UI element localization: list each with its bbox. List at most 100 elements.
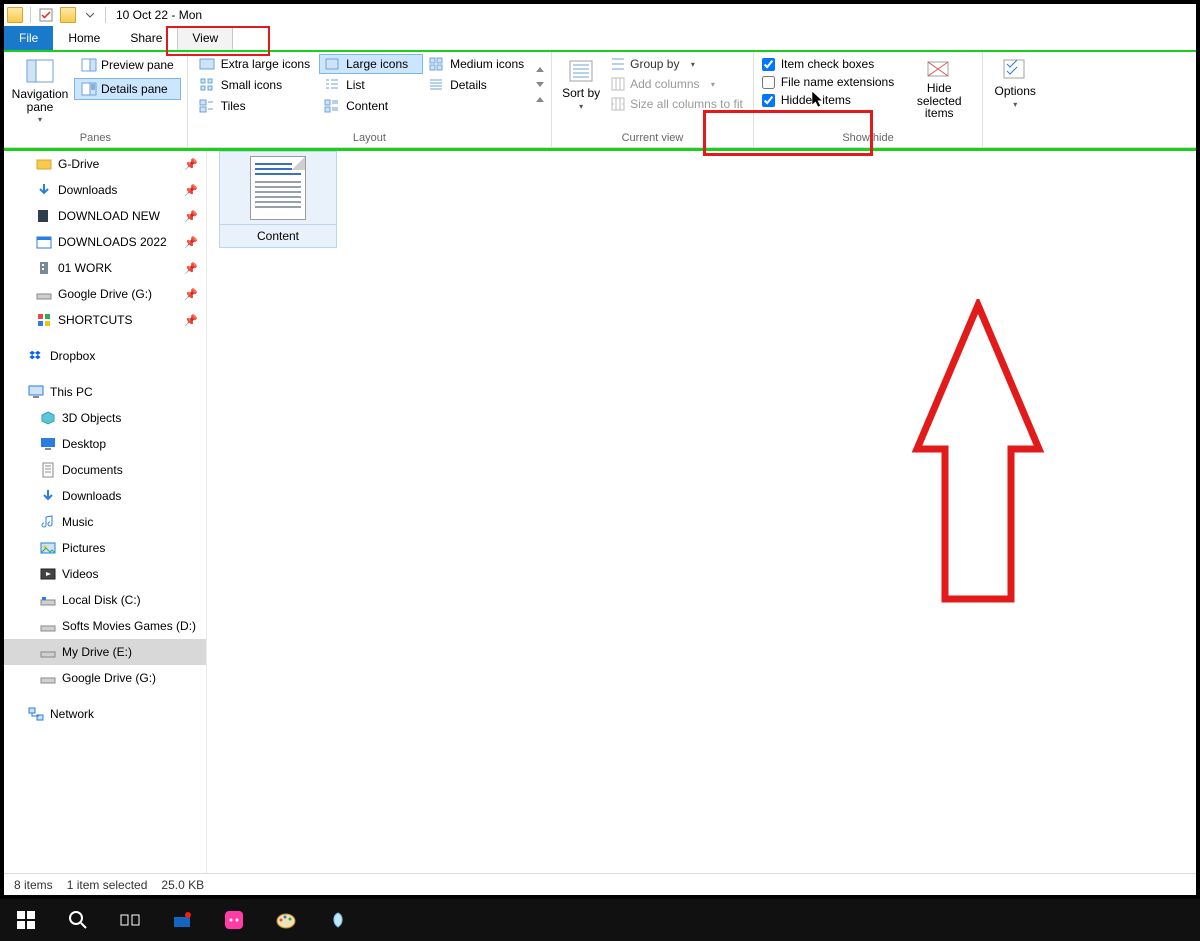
status-bar: 8 items 1 item selected 25.0 KB (4, 873, 1196, 895)
drive-icon (40, 644, 56, 660)
nav-network[interactable]: Network (4, 701, 206, 727)
nav-desktop[interactable]: Desktop (4, 431, 206, 457)
tab-file[interactable]: File (4, 26, 53, 50)
pin-icon: 📌 (184, 158, 198, 171)
calendar-icon (36, 234, 52, 250)
navigation-pane-label: Navigation pane (12, 88, 69, 113)
pc-icon (28, 384, 44, 400)
search-button[interactable] (58, 899, 98, 941)
network-icon (28, 706, 44, 722)
building-icon (36, 260, 52, 276)
content-pane[interactable]: Content (207, 151, 1196, 873)
nav-downloads-2022[interactable]: DOWNLOADS 2022📌 (4, 229, 206, 255)
cursor-icon (811, 90, 827, 110)
hidden-items[interactable]: Hidden items (760, 92, 896, 108)
taskbar-app-paint[interactable] (266, 899, 306, 941)
qat-newfolder[interactable] (59, 6, 77, 24)
dropbox-icon (28, 348, 44, 364)
group-by-button[interactable]: Group by ▾ (606, 54, 747, 74)
file-item-content[interactable]: Content (219, 151, 337, 248)
preview-pane-button[interactable]: Preview pane (74, 54, 181, 76)
qat-properties[interactable] (37, 6, 55, 24)
taskbar (0, 899, 1200, 941)
layout-medium-icons[interactable]: Medium icons (423, 54, 533, 74)
downloads-icon (40, 488, 56, 504)
taskbar-app-1[interactable] (162, 899, 202, 941)
layout-extra-large-icons[interactable]: Extra large icons (194, 54, 319, 74)
documents-icon (40, 462, 56, 478)
currentview-group-label: Current view (558, 132, 747, 144)
layout-list[interactable]: List (319, 75, 423, 95)
nav-documents[interactable]: Documents (4, 457, 206, 483)
layout-expand[interactable] (535, 94, 545, 104)
nav-download-new[interactable]: DOWNLOAD NEW📌 (4, 203, 206, 229)
taskbar-app-3[interactable] (318, 899, 358, 941)
ribbon-tabs: File Home Share View (4, 26, 1196, 50)
pictures-icon (40, 540, 56, 556)
drive-icon (40, 618, 56, 634)
file-name-extensions[interactable]: File name extensions (760, 74, 896, 90)
window-title: 10 Oct 22 - Mon (116, 8, 202, 22)
layout-scroll-up[interactable] (535, 66, 545, 74)
title-bar: 10 Oct 22 - Mon (4, 4, 1196, 26)
nav-drive-e[interactable]: My Drive (E:) (4, 639, 206, 665)
navigation-pane: G-Drive📌 Downloads📌 DOWNLOAD NEW📌 DOWNLO… (4, 151, 207, 873)
nav-drive-d[interactable]: Softs Movies Games (D:) (4, 613, 206, 639)
file-item-label: Content (219, 225, 337, 248)
layout-details[interactable]: Details (423, 75, 533, 95)
details-pane-button[interactable]: Details pane (74, 78, 181, 100)
layout-group-label: Layout (194, 132, 545, 144)
tab-view[interactable]: View (177, 26, 233, 50)
status-items: 8 items (14, 878, 53, 892)
nav-drive-g[interactable]: Google Drive (G:) (4, 665, 206, 691)
nav-01work[interactable]: 01 WORK📌 (4, 255, 206, 281)
drive-icon (36, 286, 52, 302)
layout-tiles[interactable]: Tiles (194, 96, 319, 116)
folder-icon (36, 156, 52, 172)
nav-dropbox[interactable]: Dropbox (4, 343, 206, 369)
layout-scroll-down[interactable] (535, 80, 545, 88)
book-icon (36, 208, 52, 224)
folder-icon (7, 7, 23, 23)
nav-downloads-qa[interactable]: Downloads📌 (4, 177, 206, 203)
drive-icon (40, 670, 56, 686)
music-icon (40, 514, 56, 530)
showhide-group-label: Show/hide (760, 132, 976, 144)
nav-this-pc[interactable]: This PC (4, 379, 206, 405)
details-pane-icon (81, 81, 97, 97)
status-selected: 1 item selected (67, 878, 148, 892)
sort-by-button[interactable]: Sort by▾ (558, 54, 604, 114)
tab-share[interactable]: Share (115, 26, 177, 50)
drive-icon (40, 592, 56, 608)
layout-content[interactable]: Content (319, 96, 423, 116)
nav-localdisk-c[interactable]: Local Disk (C:) (4, 587, 206, 613)
downloads-icon (36, 182, 52, 198)
desktop-icon (40, 436, 56, 452)
navigation-pane-button[interactable]: Navigation pane ▾ (10, 54, 70, 126)
taskbar-app-2[interactable] (214, 899, 254, 941)
item-check-boxes[interactable]: Item check boxes (760, 56, 896, 72)
nav-videos[interactable]: Videos (4, 561, 206, 587)
tab-home[interactable]: Home (53, 26, 115, 50)
start-button[interactable] (6, 899, 46, 941)
nav-gdrive[interactable]: G-Drive📌 (4, 151, 206, 177)
task-view-button[interactable] (110, 899, 150, 941)
nav-shortcuts[interactable]: SHORTCUTS📌 (4, 307, 206, 333)
nav-pictures[interactable]: Pictures (4, 535, 206, 561)
layout-small-icons[interactable]: Small icons (194, 75, 319, 95)
document-icon (250, 156, 306, 220)
nav-3d[interactable]: 3D Objects (4, 405, 206, 431)
size-columns-button[interactable]: Size all columns to fit (606, 94, 747, 114)
nav-gdrive-g[interactable]: Google Drive (G:)📌 (4, 281, 206, 307)
qat-dropdown[interactable] (81, 6, 99, 24)
add-columns-button[interactable]: Add columns ▾ (606, 74, 747, 94)
shortcuts-icon (36, 312, 52, 328)
preview-pane-icon (81, 57, 97, 73)
videos-icon (40, 566, 56, 582)
hide-selected-items-button[interactable]: Hide selected items (902, 54, 976, 122)
ribbon-view: Navigation pane ▾ Preview pane Details p… (4, 52, 1196, 148)
nav-downloads[interactable]: Downloads (4, 483, 206, 509)
options-button[interactable]: Options▾ (989, 54, 1041, 111)
nav-music[interactable]: Music (4, 509, 206, 535)
layout-large-icons[interactable]: Large icons (319, 54, 423, 74)
